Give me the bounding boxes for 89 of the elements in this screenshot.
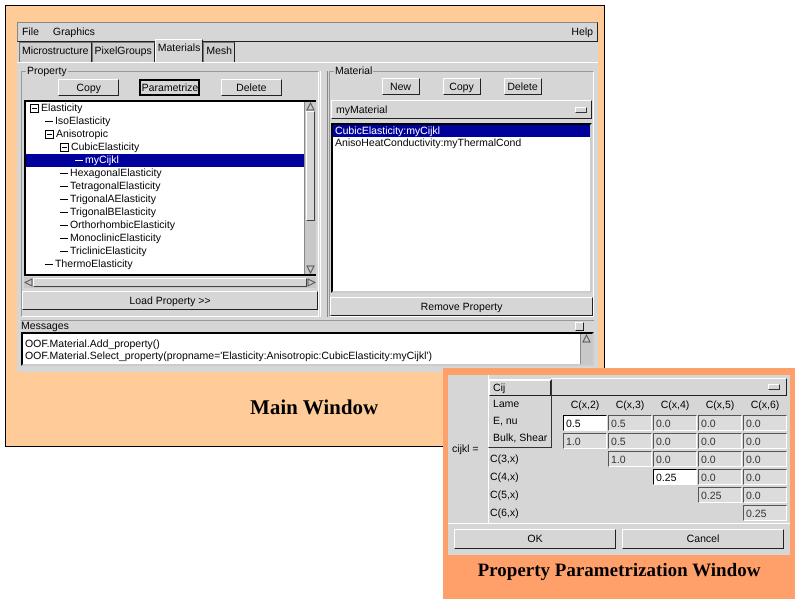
collapse-icon[interactable] <box>30 104 39 113</box>
tree-item[interactable]: TrigonalBElasticity <box>26 206 304 219</box>
scrollbar[interactable] <box>24 277 316 288</box>
list-item[interactable]: AnisoHeatConductivity:myThermalCond <box>333 137 590 149</box>
row-header: C(5,x) <box>490 488 520 503</box>
input-field[interactable]: 0.0 <box>653 415 697 431</box>
button[interactable]: Delete <box>220 79 282 96</box>
pane-handle[interactable] <box>575 322 584 331</box>
menu-item[interactable]: Lame <box>489 396 551 413</box>
input-field[interactable]: 0.0 <box>743 451 787 467</box>
caption: Main Window <box>250 395 378 420</box>
input-field[interactable]: 0.0 <box>743 469 787 485</box>
column-header: C(x,5) <box>704 398 736 413</box>
column-header: C(x,2) <box>570 398 600 413</box>
menu-item[interactable]: E, nu <box>489 413 551 430</box>
input-field[interactable]: 0.0 <box>743 487 787 503</box>
column-header: C(x,4) <box>660 398 690 413</box>
tree-item[interactable]: Anisotropic <box>26 128 304 141</box>
dropdown-indicator-icon <box>575 106 587 112</box>
left-arrow-icon[interactable] <box>24 278 33 287</box>
dropdown-button[interactable]: Cij <box>489 380 551 396</box>
tree-item[interactable]: ThermoElasticity <box>26 258 304 271</box>
input-field[interactable]: 0.0 <box>743 433 787 449</box>
tab[interactable]: PixelGroups <box>92 42 155 62</box>
input-field[interactable]: 0.25 <box>698 487 742 503</box>
dropdown-indicator-icon <box>768 384 780 390</box>
tree-item[interactable]: TetragonalElasticity <box>26 180 304 193</box>
button[interactable]: OK <box>454 529 616 549</box>
row-header: C(3,x) <box>490 452 520 467</box>
tree-item[interactable]: HexagonalElasticity <box>26 167 304 180</box>
input-field[interactable]: 0.0 <box>698 451 742 467</box>
tree-item[interactable]: MonoclinicElasticity <box>26 232 304 245</box>
column-header: C(x,6) <box>750 398 780 413</box>
up-arrow-icon[interactable] <box>306 102 315 111</box>
scrollbar[interactable] <box>580 334 592 364</box>
matrix-label: cijkl = <box>451 442 480 457</box>
button[interactable]: Copy <box>442 78 480 95</box>
input-field[interactable]: 0.5 <box>563 415 607 431</box>
tab[interactable]: Microstructure <box>19 42 92 62</box>
menu-item[interactable]: File <box>22 26 39 38</box>
menu-item[interactable]: Bulk, Shear <box>489 430 551 447</box>
material-dropdown[interactable]: myMaterial <box>331 100 592 119</box>
log-line: OOF.Material.Add_property() <box>25 338 161 350</box>
button[interactable]: Cancel <box>622 529 784 549</box>
parametrization-dropdown[interactable] <box>551 378 787 396</box>
input-field[interactable]: 0.0 <box>698 469 742 485</box>
input-field[interactable]: 1.0 <box>608 451 652 467</box>
remove-property-button[interactable]: Remove Property <box>330 297 593 316</box>
button[interactable]: New <box>382 78 420 95</box>
button[interactable]: Parametrize <box>139 79 200 96</box>
down-arrow-icon[interactable] <box>306 265 315 274</box>
tree-item[interactable]: TrigonalAElasticity <box>26 193 304 206</box>
column-header: C(x,3) <box>614 398 646 413</box>
tree-item[interactable]: CubicElasticity <box>26 141 304 154</box>
up-arrow-icon[interactable] <box>582 334 591 343</box>
input-field[interactable]: 0.5 <box>608 433 652 449</box>
input-field[interactable]: 0.0 <box>698 415 742 431</box>
input-field[interactable]: 0.25 <box>743 505 787 521</box>
tree-item[interactable]: IsoElasticity <box>26 115 304 128</box>
tree-item[interactable]: myCijkl <box>26 154 304 167</box>
row-header: C(6,x) <box>490 506 520 521</box>
menu-item[interactable]: Graphics <box>52 26 95 38</box>
button[interactable]: Delete <box>504 78 542 95</box>
log-line: OOF.Material.Select_property(propname='Elasticity:Anisotropic:CubicElasticity:myCijkl') <box>25 350 433 362</box>
menu-item[interactable]: Help <box>571 26 593 38</box>
input-field[interactable]: 0.5 <box>608 415 652 431</box>
row-header: C(4,x) <box>490 470 520 485</box>
input-field[interactable]: 0.25 <box>653 469 697 485</box>
list-item[interactable]: CubicElasticity:myCijkl <box>333 125 590 137</box>
collapse-icon[interactable] <box>60 143 69 152</box>
input-field[interactable]: 0.0 <box>743 415 787 431</box>
load-property-button[interactable]: Load Property >> <box>22 291 318 310</box>
tree-item[interactable]: TriclinicElasticity <box>26 245 304 258</box>
frame-title: Material <box>334 65 374 77</box>
input-field[interactable]: 0.0 <box>698 433 742 449</box>
tab[interactable]: Materials <box>154 39 204 62</box>
input-field[interactable]: 0.0 <box>653 433 697 449</box>
input-field[interactable]: 1.0 <box>563 433 607 449</box>
collapse-icon[interactable] <box>45 130 54 139</box>
tree-item[interactable]: Elasticity <box>26 102 304 115</box>
button[interactable]: Copy <box>58 79 120 96</box>
input-field[interactable]: 0.0 <box>653 451 697 467</box>
tab[interactable]: Mesh <box>203 42 236 62</box>
tree-item[interactable]: OrthorhombicElasticity <box>26 219 304 232</box>
caption: Property Parametrization Window <box>476 560 762 582</box>
frame-title: Property <box>26 65 68 77</box>
right-arrow-icon[interactable] <box>307 278 316 287</box>
frame-title: Messages <box>21 321 69 332</box>
scrollbar[interactable] <box>304 102 316 274</box>
